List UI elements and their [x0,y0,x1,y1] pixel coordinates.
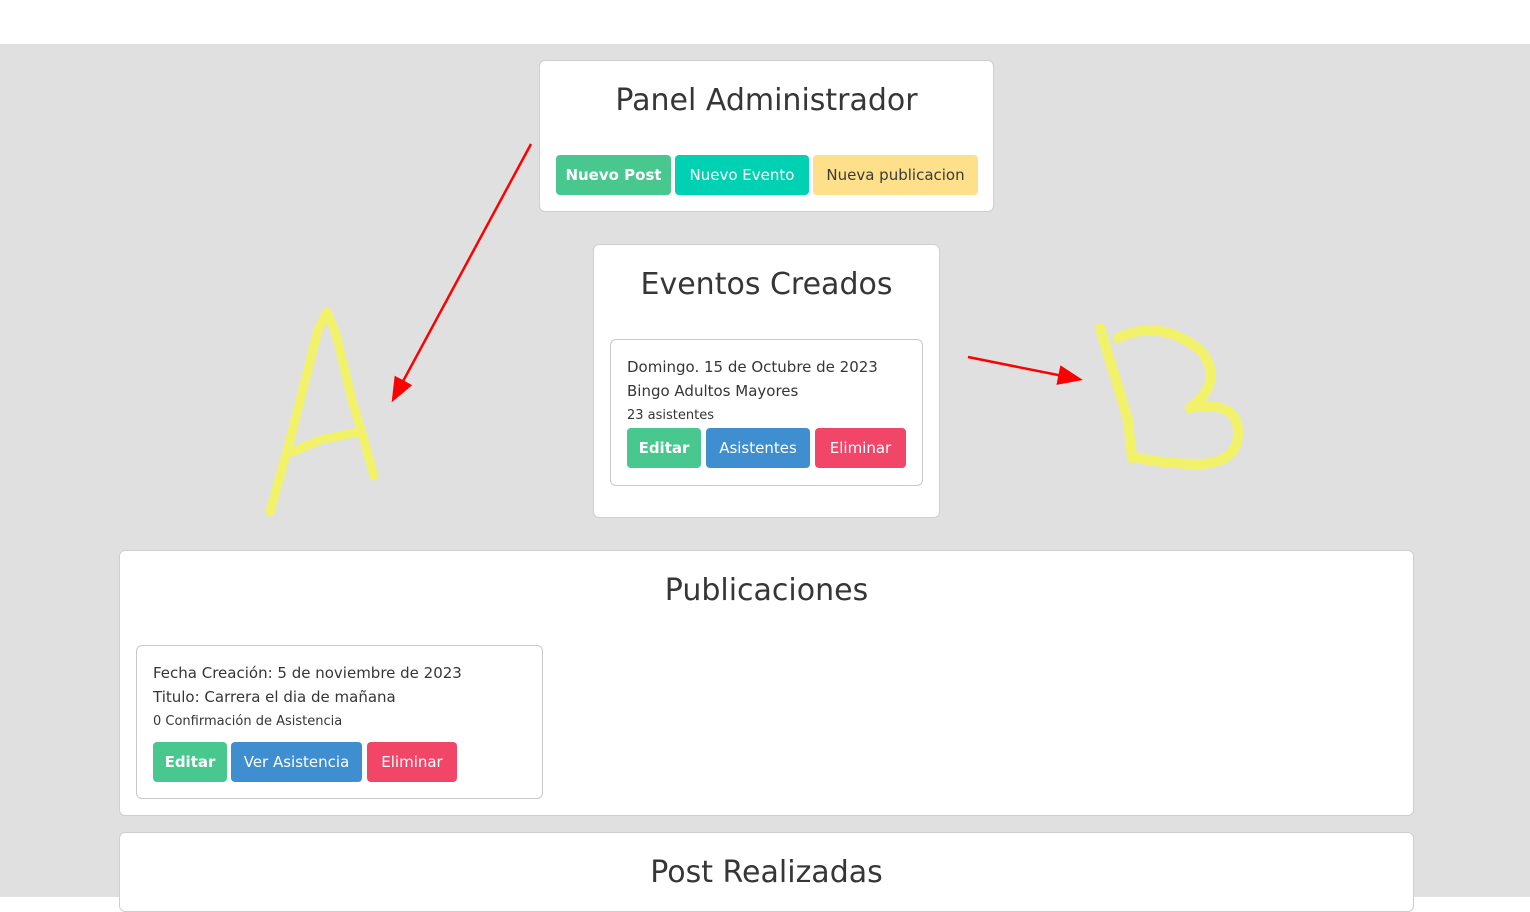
publications-title: Publicaciones [664,573,869,608]
new-publication-button[interactable]: Nueva publicacion [813,155,978,195]
publication-created-date: Fecha Creación: 5 de noviembre de 2023 [153,664,462,682]
posts-box: Post Realizadas [119,832,1414,912]
publication-title: Titulo: Carrera el dia de mañana [153,688,396,706]
new-event-button[interactable]: Nuevo Evento [675,155,809,195]
events-box: Eventos Creados Domingo. 15 de Octubre d… [593,244,940,518]
publication-confirmations: 0 Confirmación de Asistencia [153,714,343,729]
event-date: Domingo. 15 de Octubre de 2023 [627,358,878,376]
posts-title: Post Realizadas [650,855,883,890]
event-edit-button[interactable]: Editar [627,428,701,468]
event-attendees-count: 23 asistentes [627,408,715,423]
event-delete-button[interactable]: Eliminar [815,428,906,468]
publication-edit-button[interactable]: Editar [153,742,227,782]
new-post-button[interactable]: Nuevo Post [556,155,671,195]
event-card: Domingo. 15 de Octubre de 2023 Bingo Adu… [610,339,923,486]
admin-panel-title: Panel Administrador [615,83,918,118]
events-title: Eventos Creados [640,267,893,302]
publications-box: Publicaciones Fecha Creación: 5 de novie… [119,550,1414,816]
publication-card: Fecha Creación: 5 de noviembre de 2023 T… [136,645,543,799]
publication-delete-button[interactable]: Eliminar [367,742,457,782]
event-name: Bingo Adultos Mayores [627,382,799,400]
admin-panel-box: Panel Administrador Nuevo Post Nuevo Eve… [539,60,994,212]
event-attendees-button[interactable]: Asistentes [706,428,810,468]
top-navbar [0,0,1530,44]
publication-view-attendance-button[interactable]: Ver Asistencia [231,742,362,782]
